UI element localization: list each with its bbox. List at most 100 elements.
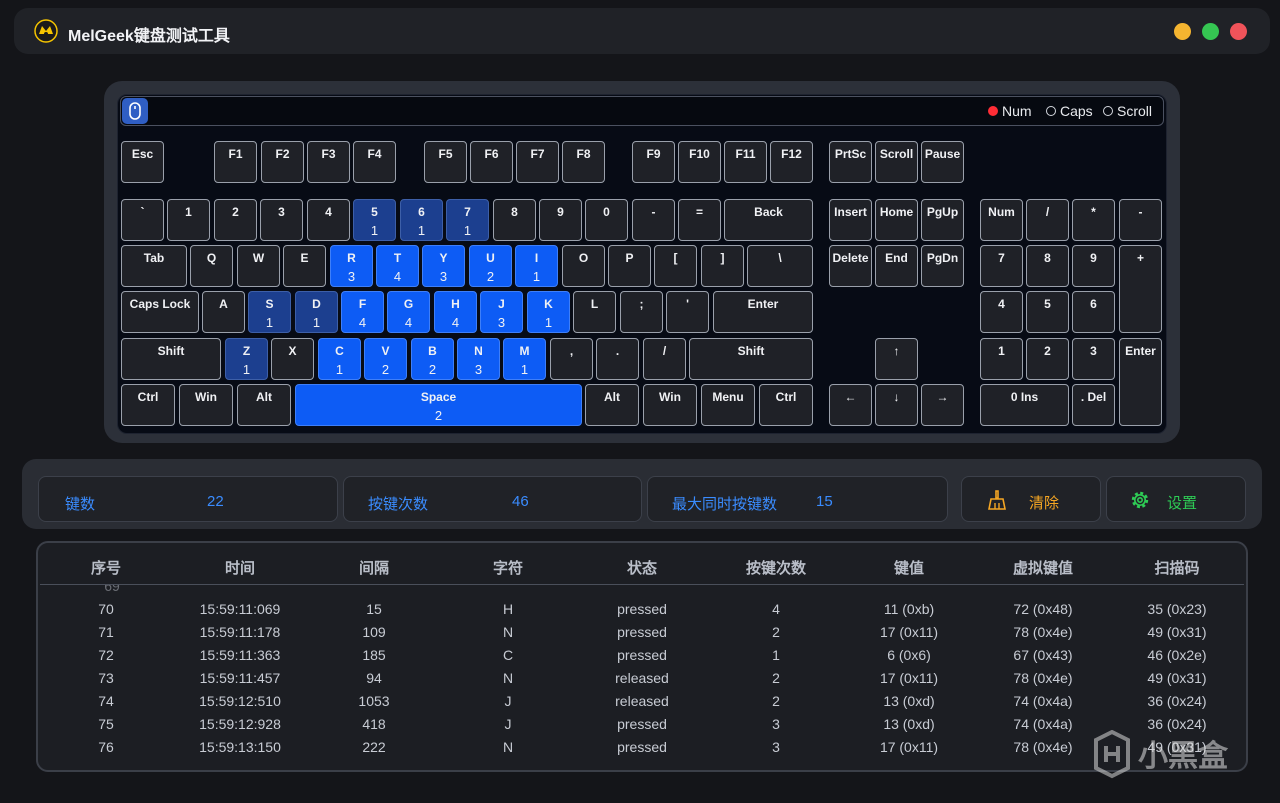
- key-n6[interactable]: 6: [1072, 291, 1115, 333]
- key-f11[interactable]: F11: [724, 141, 767, 183]
- key-back[interactable]: Back: [724, 199, 813, 241]
- key-d6[interactable]: 61: [400, 199, 443, 241]
- key-pause[interactable]: Pause: [921, 141, 964, 183]
- key-d7[interactable]: 71: [446, 199, 489, 241]
- table-row[interactable]: 73 15:59:11:457 94 Nreleased 2 17 (0x11) 78 (0…: [40, 667, 1244, 690]
- column-header[interactable]: 虚拟键值: [983, 557, 1103, 578]
- key-n4[interactable]: 4: [980, 291, 1023, 333]
- key-d8[interactable]: 8: [493, 199, 536, 241]
- table-row[interactable]: 74 15:59:12:510 1053 Jreleased 2 13 (0xd) 74 (…: [40, 690, 1244, 713]
- column-header[interactable]: 状态: [582, 557, 702, 578]
- column-header[interactable]: 扫描码: [1117, 557, 1237, 578]
- key-l[interactable]: L: [573, 291, 616, 333]
- key-equal[interactable]: =: [678, 199, 721, 241]
- key-z[interactable]: Z1: [225, 338, 268, 380]
- key-lctrl[interactable]: Ctrl: [121, 384, 175, 426]
- key-f6[interactable]: F6: [470, 141, 513, 183]
- key-r[interactable]: R3: [330, 245, 373, 287]
- key-rshift[interactable]: Shift: [689, 338, 813, 380]
- key-menu[interactable]: Menu: [701, 384, 755, 426]
- key-w[interactable]: W: [237, 245, 280, 287]
- key-f2[interactable]: F2: [261, 141, 304, 183]
- key-d9[interactable]: 9: [539, 199, 582, 241]
- key-f3[interactable]: F3: [307, 141, 350, 183]
- table-row[interactable]: 70 15:59:11:069 15 Hpressed 4 11 (0xb) 72 (0x4…: [40, 598, 1244, 621]
- key-pgdn[interactable]: PgDn: [921, 245, 964, 287]
- key-o[interactable]: O: [562, 245, 605, 287]
- key-q[interactable]: Q: [190, 245, 233, 287]
- key-right[interactable]: →: [921, 384, 964, 426]
- key-nenter[interactable]: Enter: [1119, 338, 1162, 426]
- key-left[interactable]: ←: [829, 384, 872, 426]
- column-header[interactable]: 按键次数: [716, 557, 836, 578]
- key-n0[interactable]: 0 Ins: [980, 384, 1069, 426]
- column-header[interactable]: 间隔: [314, 557, 434, 578]
- column-header[interactable]: 序号: [46, 557, 166, 578]
- key-d5[interactable]: 51: [353, 199, 396, 241]
- mouse-toggle-button[interactable]: [122, 98, 148, 124]
- column-header[interactable]: 键值: [849, 557, 969, 578]
- key-prtsc[interactable]: PrtSc: [829, 141, 872, 183]
- key-f[interactable]: F4: [341, 291, 384, 333]
- key-slash[interactable]: /: [643, 338, 686, 380]
- key-d3[interactable]: 3: [260, 199, 303, 241]
- key-period[interactable]: .: [596, 338, 639, 380]
- close-button[interactable]: [1230, 23, 1247, 40]
- minimize-button[interactable]: [1174, 23, 1191, 40]
- key-h[interactable]: H4: [434, 291, 477, 333]
- key-n5[interactable]: 5: [1026, 291, 1069, 333]
- key-k[interactable]: K1: [527, 291, 570, 333]
- key-caps[interactable]: Caps Lock: [121, 291, 199, 333]
- key-numlock[interactable]: Num: [980, 199, 1023, 241]
- key-down[interactable]: ↓: [875, 384, 918, 426]
- key-d[interactable]: D1: [295, 291, 338, 333]
- key-f9[interactable]: F9: [632, 141, 675, 183]
- key-n[interactable]: N3: [457, 338, 500, 380]
- key-ndiv[interactable]: /: [1026, 199, 1069, 241]
- key-n9[interactable]: 9: [1072, 245, 1115, 287]
- key-minus[interactable]: -: [632, 199, 675, 241]
- key-home[interactable]: Home: [875, 199, 918, 241]
- key-semi[interactable]: ;: [620, 291, 663, 333]
- table-row[interactable]: 71 15:59:11:178 109 Npressed 2 17 (0x11) 78 (0…: [40, 621, 1244, 644]
- key-t[interactable]: T4: [376, 245, 419, 287]
- key-scroll[interactable]: Scroll: [875, 141, 918, 183]
- key-n1[interactable]: 1: [980, 338, 1023, 380]
- key-i[interactable]: I1: [515, 245, 558, 287]
- key-delete[interactable]: Delete: [829, 245, 872, 287]
- key-nadd[interactable]: +: [1119, 245, 1162, 333]
- key-up[interactable]: ↑: [875, 338, 918, 380]
- key-e[interactable]: E: [283, 245, 326, 287]
- key-lalt[interactable]: Alt: [237, 384, 291, 426]
- key-nsub[interactable]: -: [1119, 199, 1162, 241]
- key-ralt[interactable]: Alt: [585, 384, 639, 426]
- key-n2[interactable]: 2: [1026, 338, 1069, 380]
- key-enter[interactable]: Enter: [713, 291, 813, 333]
- key-f10[interactable]: F10: [678, 141, 721, 183]
- column-header[interactable]: 字符: [448, 557, 568, 578]
- settings-button[interactable]: 设置: [1106, 476, 1246, 522]
- key-u[interactable]: U2: [469, 245, 512, 287]
- key-tab[interactable]: Tab: [121, 245, 187, 287]
- key-v[interactable]: V2: [364, 338, 407, 380]
- table-row[interactable]: 72 15:59:11:363 185 Cpressed 1 6 (0x6) 67 (0x4…: [40, 644, 1244, 667]
- key-bslash[interactable]: \: [747, 245, 813, 287]
- column-header[interactable]: 时间: [180, 557, 300, 578]
- key-f8[interactable]: F8: [562, 141, 605, 183]
- key-f5[interactable]: F5: [424, 141, 467, 183]
- table-body[interactable]: 69 70 15:59:11:069 15 Hpressed 4 11 (0xb) 72 (…: [40, 585, 1244, 765]
- key-lshift[interactable]: Shift: [121, 338, 221, 380]
- key-comma[interactable]: ,: [550, 338, 593, 380]
- key-lwin[interactable]: Win: [179, 384, 233, 426]
- key-n7[interactable]: 7: [980, 245, 1023, 287]
- key-rwin[interactable]: Win: [643, 384, 697, 426]
- key-m[interactable]: M1: [503, 338, 546, 380]
- key-f1[interactable]: F1: [214, 141, 257, 183]
- maximize-button[interactable]: [1202, 23, 1219, 40]
- key-space[interactable]: Space 2: [295, 384, 582, 426]
- key-n8[interactable]: 8: [1026, 245, 1069, 287]
- key-y[interactable]: Y3: [422, 245, 465, 287]
- key-f4[interactable]: F4: [353, 141, 396, 183]
- key-b[interactable]: B2: [411, 338, 454, 380]
- key-f12[interactable]: F12: [770, 141, 813, 183]
